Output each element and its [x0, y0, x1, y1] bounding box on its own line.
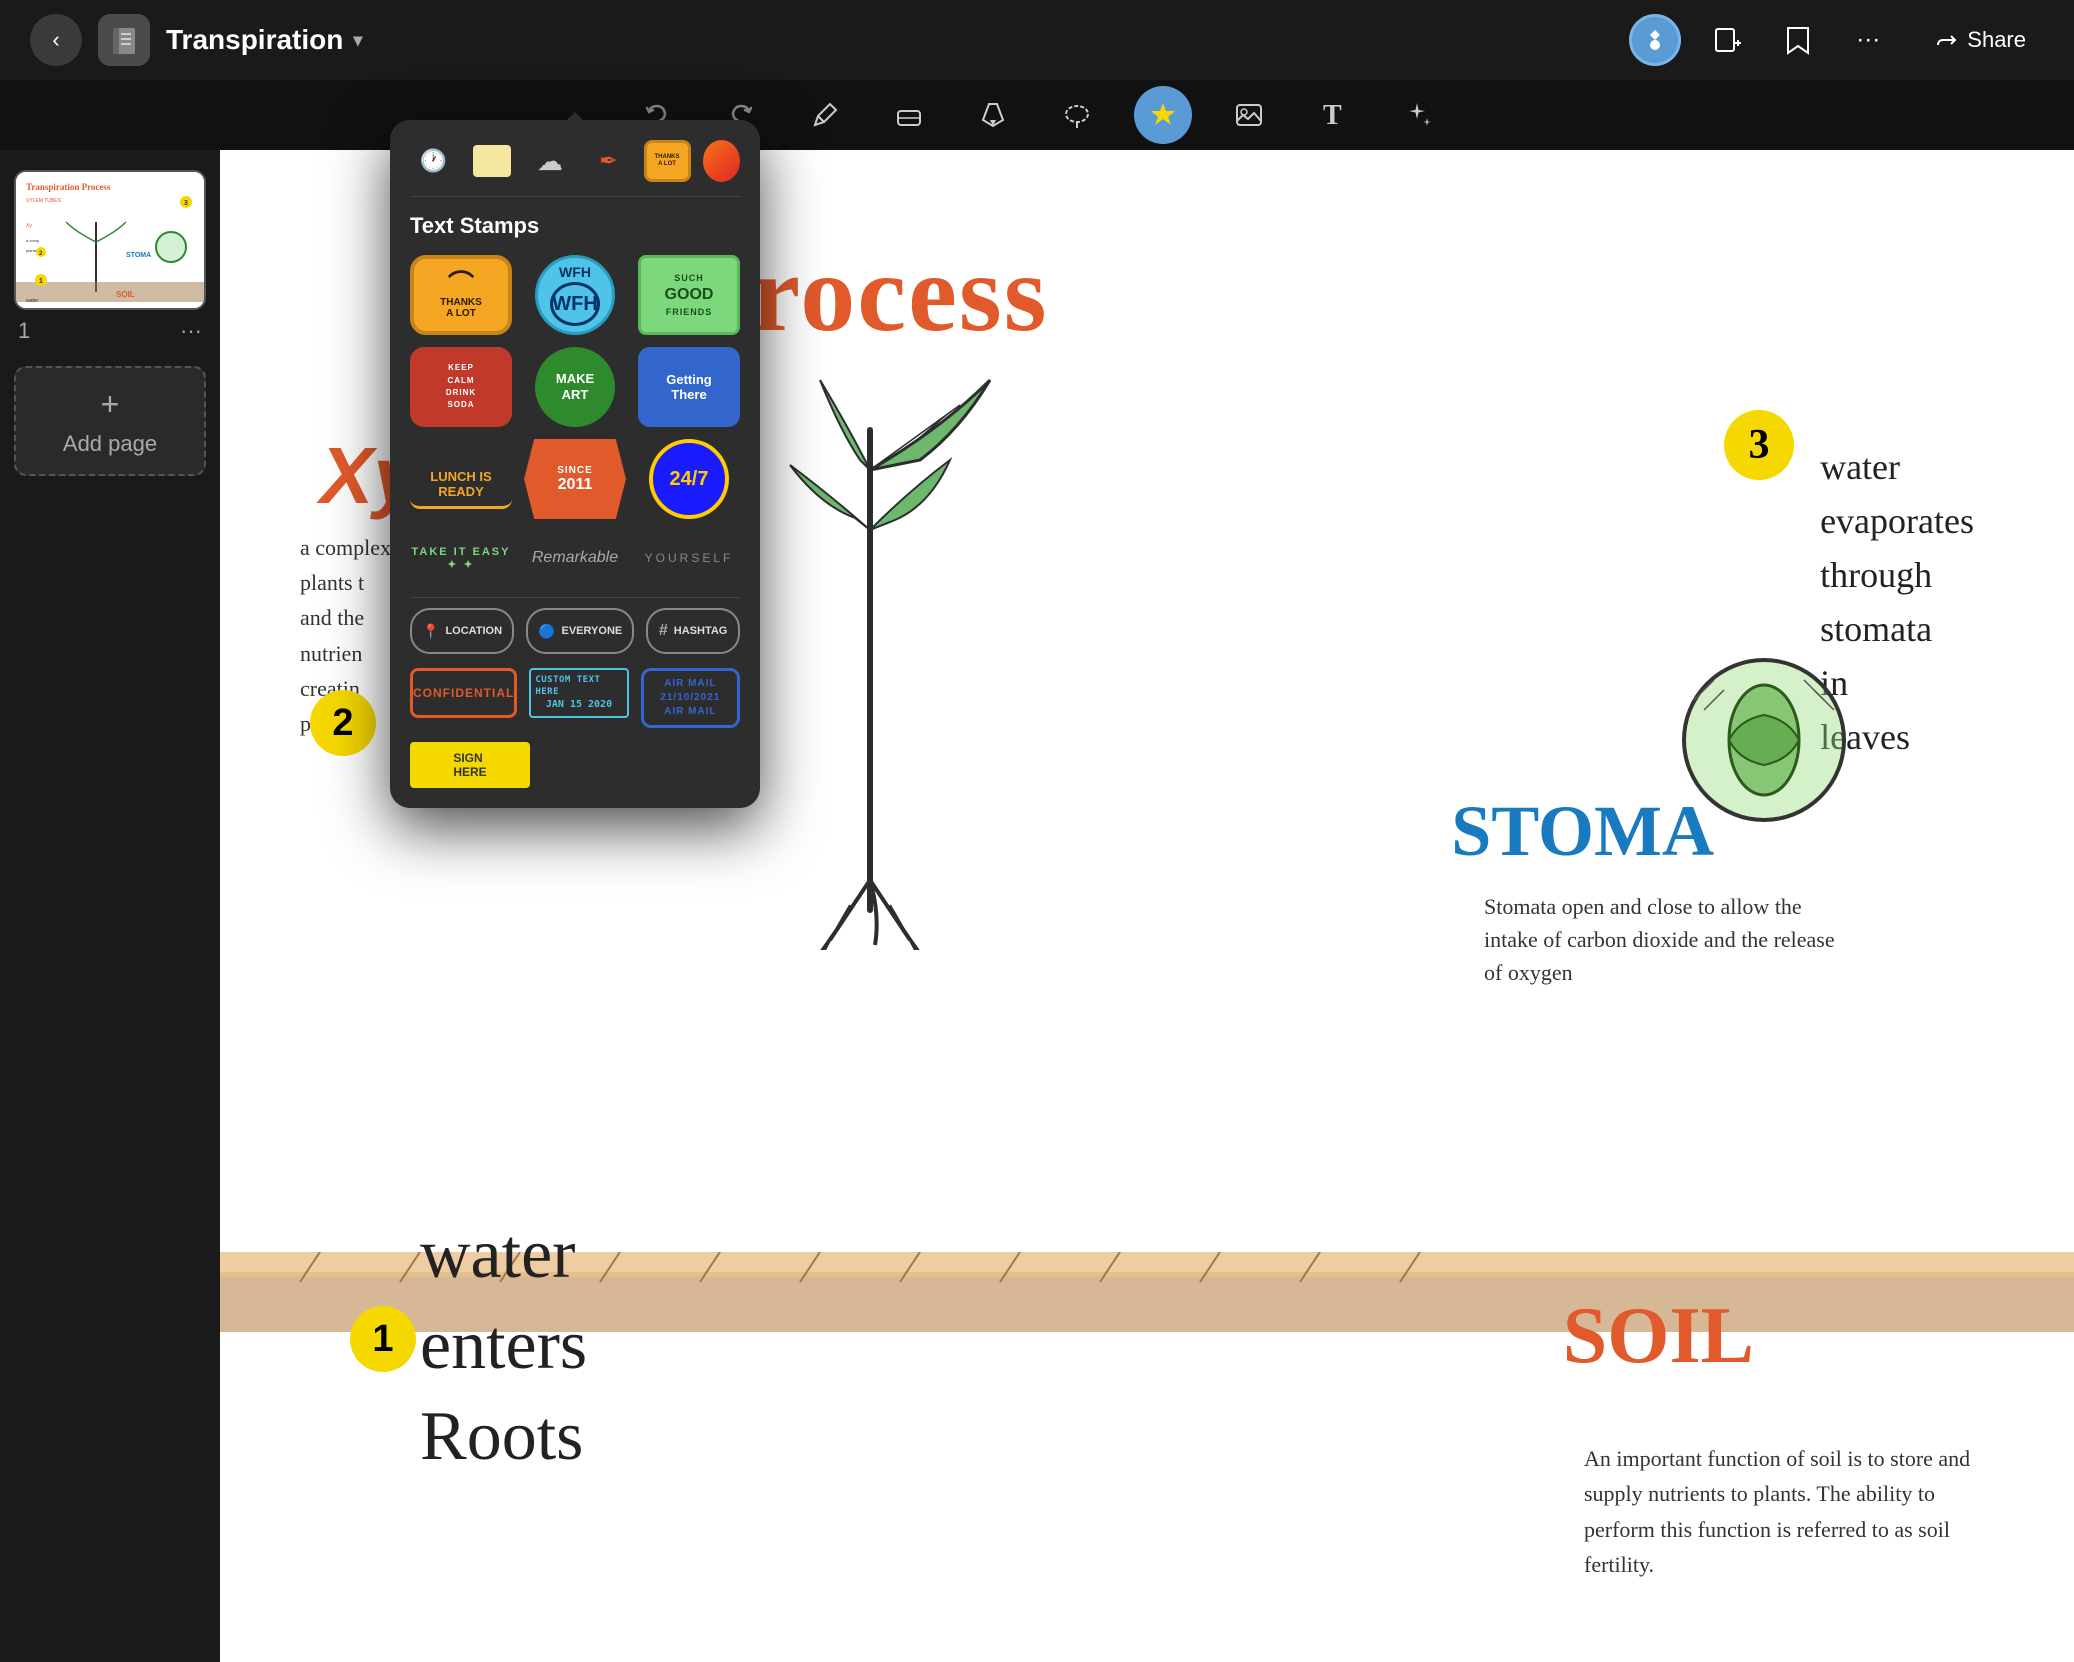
canvas-number-3: 3	[1724, 410, 1794, 480]
bookmark-button[interactable]	[1775, 17, 1821, 63]
canvas-number-1: 1	[350, 1306, 416, 1372]
lasso-tool[interactable]	[1050, 88, 1104, 142]
svg-text:SOIL: SOIL	[116, 290, 135, 299]
popup-divider	[410, 597, 740, 598]
sticker-getting-there[interactable]: GettingThere	[638, 347, 740, 427]
share-button[interactable]: Share	[1915, 17, 2044, 63]
popup-tab-recent[interactable]: 🕐	[410, 140, 456, 182]
toolbar: T	[0, 80, 2074, 150]
sticker-make-art[interactable]: MAKEART	[535, 347, 615, 427]
svg-text:STOMA: STOMA	[126, 252, 151, 259]
pencil-tool[interactable]	[798, 88, 852, 142]
slide-num-row: 1 ···	[14, 310, 206, 352]
sticker-thanks-lot[interactable]: ⌒ THANKSA LOT	[410, 255, 512, 335]
svg-text:XYLEM TUBES: XYLEM TUBES	[26, 198, 62, 204]
canvas-soil-description: An important function of soil is to stor…	[1584, 1441, 1984, 1582]
sticker-sign-here[interactable]: SIGNHERE	[410, 742, 530, 788]
popup-tab-badge[interactable]: THANKSA LOT	[644, 140, 691, 182]
text-tool[interactable]: T	[1306, 88, 1360, 142]
sticker-popup: 🕐 ☁ ✒ THANKSA LOT Text Stamps ⌒ THANKSA …	[390, 120, 760, 808]
sticker-air-mail[interactable]: AIR MAIL 21/10/2021 AIR MAIL	[641, 668, 740, 728]
sidebar: Transpiration Process XYLEM TUBES Xy a c…	[0, 150, 220, 1662]
sticker-confidential[interactable]: CONFIDENTIAL	[410, 668, 517, 718]
canvas-stoma-description: Stomata open and close to allow the inta…	[1484, 890, 1844, 989]
add-page-button[interactable]: + Add page	[14, 366, 206, 476]
popup-tab-orange[interactable]	[703, 140, 740, 182]
sticker-location[interactable]: 📍 LOCATION	[410, 608, 514, 654]
app-title[interactable]: Transpiration ▾	[166, 24, 362, 56]
popup-tab-square[interactable]	[468, 140, 514, 182]
canvas-number-2: 2	[310, 690, 376, 756]
popup-tab-cloud[interactable]: ☁	[527, 140, 573, 182]
slide-thumbnail[interactable]: Transpiration Process XYLEM TUBES Xy a c…	[14, 170, 206, 310]
sign-here-row: SIGNHERE	[410, 742, 740, 788]
more-options-button[interactable]: ···	[1845, 17, 1891, 63]
sticker-good-friends[interactable]: SUCH GOOD FRIENDS	[638, 255, 740, 335]
sticker-24-7[interactable]: 24/7	[649, 439, 729, 519]
svg-text:T: T	[1323, 100, 1342, 130]
stamp-stickers-row: CONFIDENTIAL CUSTOM TEXT HERE JAN 15 202…	[410, 668, 740, 728]
canvas-water-enters-text: waterentersRoots	[420, 1209, 587, 1482]
popup-tabs: 🕐 ☁ ✒ THANKSA LOT	[410, 140, 740, 197]
sticker-lunch-ready[interactable]: LUNCH ISREADY	[410, 439, 512, 509]
svg-text:Transpiration Process: Transpiration Process	[26, 182, 111, 192]
back-button[interactable]: ‹	[30, 14, 82, 66]
top-nav: ‹ Transpiration ▾	[0, 0, 2074, 80]
text-stickers-row: TAKE IT EASY ✦ ✦ Remarkable YOURSELF	[410, 533, 740, 583]
magic-tool[interactable]	[1390, 88, 1444, 142]
sticker-remarkable[interactable]: Remarkable	[524, 533, 626, 583]
add-page-nav-button[interactable]	[1705, 17, 1751, 63]
slide-number: 1	[18, 318, 30, 344]
svg-text:3: 3	[184, 200, 188, 207]
svg-text:1: 1	[39, 278, 43, 285]
svg-text:water: water	[26, 298, 39, 304]
stickers-grid: ⌒ THANKSA LOT WFH WFH SUCH GOOD FRIENDS …	[410, 255, 740, 519]
nav-right: ··· Share	[1629, 14, 2044, 66]
plant-illustration	[720, 350, 1020, 950]
slide-more-icon[interactable]: ···	[180, 318, 202, 344]
pen-tool[interactable]	[966, 88, 1020, 142]
svg-text:plants: plants	[26, 248, 37, 253]
add-page-plus-icon: +	[101, 386, 120, 423]
sticker-tool-active[interactable]	[1134, 86, 1192, 144]
sticker-since-2011[interactable]: SINCE 2011	[524, 439, 626, 519]
sticker-yourself[interactable]: YOURSELF	[638, 533, 740, 583]
sticker-everyone[interactable]: 🔵 EVERYONE	[526, 608, 634, 654]
eraser-tool[interactable]	[882, 88, 936, 142]
sticker-take-it-easy[interactable]: TAKE IT EASY ✦ ✦	[410, 533, 512, 583]
sticker-keep-calm[interactable]: KEEP CALM DRINK SODA	[410, 347, 512, 427]
sticker-hashtag[interactable]: # HASHTAG	[646, 608, 740, 654]
title-chevron: ▾	[353, 30, 362, 51]
tag-stickers-row: 📍 LOCATION 🔵 EVERYONE # HASHTAG	[410, 608, 740, 654]
avatar[interactable]	[1629, 14, 1681, 66]
canvas-stoma-label: STOMA	[1451, 790, 1714, 873]
sticker-wfh[interactable]: WFH WFH	[535, 255, 615, 335]
popup-section-label: Text Stamps	[410, 213, 740, 239]
notebook-icon	[98, 14, 150, 66]
add-page-label: Add page	[63, 431, 157, 457]
image-tool[interactable]	[1222, 88, 1276, 142]
popup-tab-pen[interactable]: ✒	[585, 140, 631, 182]
svg-text:a comp: a comp	[26, 238, 40, 243]
sticker-custom-date[interactable]: CUSTOM TEXT HERE JAN 15 2020	[529, 668, 628, 718]
svg-text:Xy: Xy	[26, 223, 32, 229]
canvas-soil-label: SOIL	[1563, 1291, 1754, 1382]
